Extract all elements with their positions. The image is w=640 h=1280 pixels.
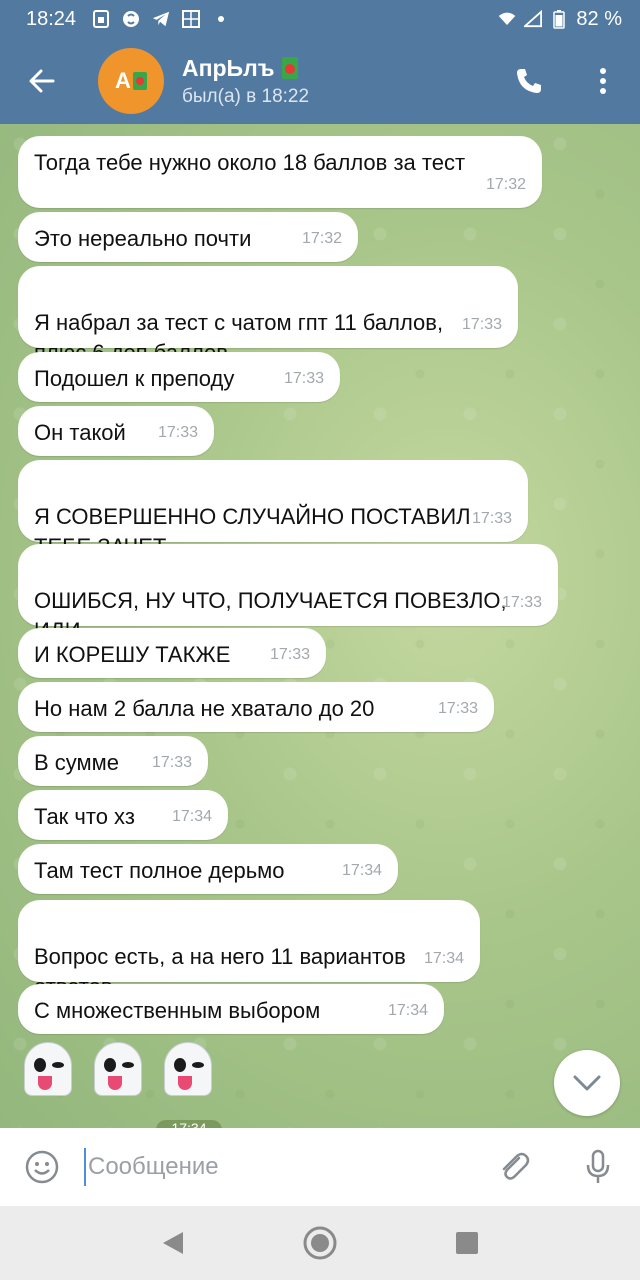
message-bubble[interactable]: Но нам 2 балла не хватало до 20 17:33	[18, 682, 494, 732]
message-time: 17:33	[157, 424, 198, 441]
message-bubble[interactable]: Там тест полное дерьмо 17:34	[18, 844, 398, 894]
message-time: 17:32	[301, 230, 342, 247]
emoji-message[interactable]	[18, 1042, 218, 1100]
message-bubble[interactable]: Я набрал за тест с чатом гпт 11 баллов, …	[18, 266, 518, 365]
message-bubble[interactable]: Подошел к преподу 17:33	[18, 352, 340, 402]
circle-home-icon	[303, 1226, 337, 1260]
signal-icon	[524, 10, 543, 28]
message-text: В сумме	[34, 750, 120, 775]
status-bar: 18:24 82 %	[0, 0, 640, 38]
battery-level: 82 %	[576, 7, 622, 30]
juice-box-icon	[282, 57, 299, 79]
ghost-emoji-icon	[18, 1042, 78, 1100]
message-time: 17:34	[341, 862, 382, 879]
message-bubble[interactable]: ОШИБСЯ, НУ ЧТО, ПОЛУЧАЕТСЯ ПОВЕЗЛО, ИДИ …	[18, 544, 558, 643]
message-bubble[interactable]: Это нереально почти 17:32	[18, 212, 358, 262]
message-input[interactable]	[84, 1148, 472, 1186]
message-time: 17:34	[171, 808, 212, 825]
message-time: 17:33	[269, 646, 310, 663]
message-bubble[interactable]: Он такой 17:33	[18, 406, 214, 456]
message-bubble[interactable]: И КОРЕШУ ТАКЖЕ 17:33	[18, 628, 326, 678]
paperclip-icon	[502, 1152, 530, 1180]
message-time: 17:33	[471, 510, 512, 527]
chevron-down-icon	[573, 1075, 601, 1091]
message-text: Так что хз	[34, 804, 135, 829]
more-menu-button[interactable]	[566, 38, 640, 124]
message-text: Там тест полное дерьмо	[34, 858, 285, 883]
gallery-icon	[182, 10, 201, 28]
nav-back-button[interactable]	[143, 1213, 203, 1273]
message-time: 17:33	[501, 594, 542, 611]
message-text: Он такой	[34, 420, 126, 445]
microphone-icon	[586, 1149, 610, 1183]
smile-icon	[25, 1150, 59, 1184]
scroll-down-button[interactable]	[554, 1050, 620, 1116]
message-text: И КОРЕШУ ТАКЖЕ	[34, 642, 231, 667]
shazam-icon	[122, 10, 140, 28]
wifi-icon	[498, 10, 516, 28]
message-text: С множественным выбором	[34, 998, 321, 1023]
message-bubble[interactable]: Так что хз 17:34	[18, 790, 228, 840]
dot-icon	[212, 10, 230, 28]
arrow-left-icon	[29, 69, 55, 93]
message-text: Тогда тебе нужно около 18 баллов за тест	[34, 150, 466, 175]
avatar[interactable]: A	[98, 48, 164, 114]
battery-icon	[550, 10, 568, 29]
clock: 18:24	[26, 7, 77, 30]
attach-button[interactable]	[472, 1128, 556, 1206]
chat-title: АпрЬлъ	[182, 54, 275, 81]
ghost-emoji-icon	[158, 1042, 218, 1100]
message-bubble[interactable]: В сумме 17:33	[18, 736, 208, 786]
message-time: 17:33	[151, 754, 192, 771]
call-button[interactable]	[492, 38, 566, 124]
sim-icon	[92, 10, 110, 28]
nav-recents-button[interactable]	[437, 1213, 497, 1273]
message-bubble[interactable]: С множественным выбором 17:34	[18, 984, 444, 1034]
voice-record-button[interactable]	[556, 1128, 640, 1206]
message-bubble[interactable]: Вопрос есть, а на него 11 вариантов отве…	[18, 900, 480, 999]
triangle-back-icon	[163, 1232, 184, 1254]
phone-icon	[517, 69, 541, 93]
message-bubble[interactable]: Тогда тебе нужно около 18 баллов за тест…	[18, 136, 542, 208]
message-text: Это нереально почти	[34, 226, 252, 251]
juice-box-icon	[132, 72, 147, 90]
message-time: 17:33	[437, 700, 478, 717]
avatar-letter: A	[115, 68, 131, 93]
message-composer	[0, 1128, 640, 1206]
more-vertical-icon	[600, 68, 606, 94]
back-button[interactable]	[0, 38, 84, 124]
square-recents-icon	[455, 1232, 478, 1254]
message-text: Но нам 2 балла не хватало до 20	[34, 696, 375, 721]
chat-header: A АпрЬлъ был(а) в 18:22	[0, 38, 640, 124]
nav-home-button[interactable]	[290, 1213, 350, 1273]
system-navigation-bar	[0, 1206, 640, 1280]
message-time: 17:34	[387, 1002, 428, 1019]
telegram-icon	[152, 10, 170, 28]
message-text: Подошел к преподу	[34, 366, 235, 391]
chat-title-block[interactable]: АпрЬлъ был(а) в 18:22	[182, 55, 309, 108]
message-time: 17:33	[283, 370, 324, 387]
emoji-message-time: 17:34	[156, 1120, 222, 1128]
emoji-button[interactable]	[0, 1128, 84, 1206]
message-time: 17:34	[423, 950, 464, 967]
ghost-emoji-icon	[88, 1042, 148, 1100]
chat-area[interactable]: Тогда тебе нужно около 18 баллов за тест…	[0, 124, 640, 1128]
message-time: 17:33	[461, 316, 502, 333]
message-time: 17:32	[485, 176, 526, 193]
last-seen-status: был(а) в 18:22	[182, 85, 310, 107]
message-bubble[interactable]: Я СОВЕРШЕННО СЛУЧАЙНО ПОСТАВИЛ ТЕБЕ ЗАЧЕ…	[18, 460, 528, 559]
